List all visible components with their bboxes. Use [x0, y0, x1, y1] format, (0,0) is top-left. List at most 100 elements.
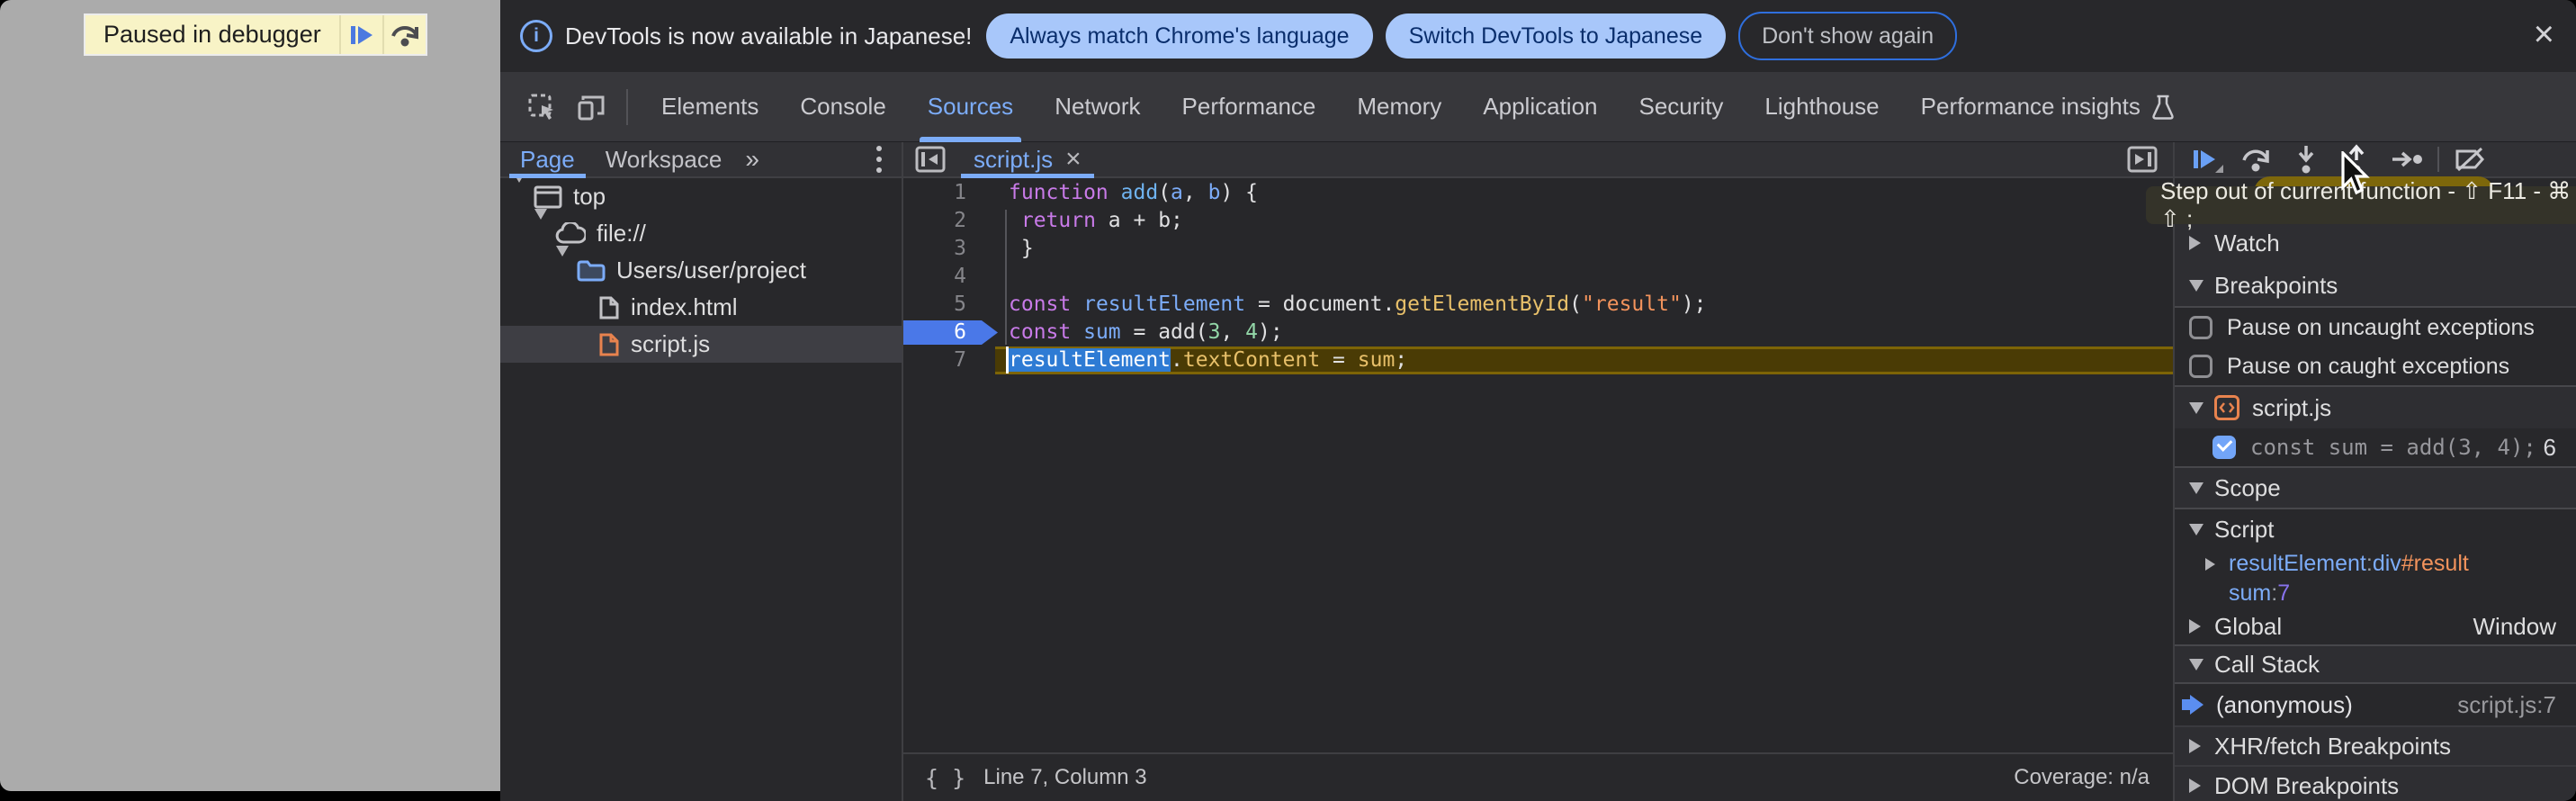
token: b	[1208, 181, 1221, 204]
code-line-2[interactable]: 2 return a + b;	[903, 207, 2173, 235]
tab-network[interactable]: Network	[1034, 72, 1161, 142]
tab-application[interactable]: Application	[1462, 72, 1618, 142]
tab-label: Memory	[1357, 93, 1441, 121]
token: );	[1682, 292, 1707, 316]
scope-section-header[interactable]: Scope	[2175, 468, 2576, 508]
scope-var-sum[interactable]: sum: 7	[2175, 579, 2576, 608]
pause-uncaught-checkbox[interactable]	[2189, 316, 2212, 339]
script-file-icon	[2214, 395, 2239, 420]
navigator-menu-icon[interactable]	[873, 142, 885, 176]
gutter-line-number[interactable]: 4	[903, 263, 983, 291]
pause-caught-row[interactable]: Pause on caught exceptions	[2175, 347, 2576, 385]
coverage-status: Coverage: n/a	[2014, 765, 2150, 790]
call-stack-section-header[interactable]: Call Stack	[2175, 646, 2576, 682]
pretty-print-icon[interactable]: { }	[925, 765, 965, 791]
debugger-sidebar: Watch Breakpoints Pause on uncaught exce…	[2175, 142, 2576, 801]
more-tabs-icon[interactable]: »	[745, 145, 759, 174]
code-text: const sum = add(3, 4);	[995, 319, 2173, 346]
tab-console[interactable]: Console	[779, 72, 906, 142]
step-into-button[interactable]	[2281, 142, 2331, 176]
hide-debugger-sidebar-icon[interactable]	[2126, 145, 2159, 174]
code-line-6[interactable]: 6 const sum = add(3, 4);	[903, 319, 2173, 346]
tab-performance[interactable]: Performance	[1162, 72, 1337, 142]
line-number: 2	[954, 209, 966, 232]
scope-global-row[interactable]: Global Window	[2175, 608, 2576, 644]
call-frame-row[interactable]: (anonymous) script.js:7	[2175, 684, 2576, 725]
dom-breakpoints-header[interactable]: DOM Breakpoints	[2175, 767, 2576, 801]
editor-tab-scriptjs[interactable]: script.js ×	[961, 142, 1094, 176]
tab-close-icon[interactable]: ×	[1065, 146, 1082, 173]
tree-item-top[interactable]: top	[500, 178, 902, 215]
token: 4	[1245, 320, 1258, 344]
expander-open-icon[interactable]	[534, 220, 547, 248]
deactivate-breakpoints-button[interactable]	[2445, 142, 2495, 176]
hide-navigator-icon[interactable]	[914, 145, 947, 174]
scope-global-value: Window	[2473, 613, 2556, 641]
code-line-3[interactable]: 3 }	[903, 235, 2173, 263]
token: ,	[1220, 320, 1245, 344]
tab-sources[interactable]: Sources	[907, 72, 1034, 142]
scope-script-row[interactable]: Script	[2175, 509, 2576, 549]
tab-performance-insights[interactable]: Performance insights	[1900, 72, 2195, 142]
infobar-close-icon[interactable]: ×	[2534, 16, 2554, 52]
token: = add(	[1121, 320, 1208, 344]
dont-show-again-button[interactable]: Don't show again	[1738, 12, 1957, 60]
token: "result"	[1582, 292, 1682, 316]
code-line-7[interactable]: 7resultElement.textContent = sum;	[903, 346, 2173, 374]
breakpoint-entry-checkbox[interactable]	[2212, 436, 2236, 459]
breakpoint-entry-line: 6	[2544, 434, 2556, 462]
code-line-1[interactable]: 1function add(a, b) {	[903, 179, 2173, 207]
step-button[interactable]	[2382, 142, 2432, 176]
step-over-icon[interactable]	[384, 15, 426, 54]
scope-var-separator: :	[2366, 551, 2373, 577]
tab-elements[interactable]: Elements	[641, 72, 779, 142]
gutter-line-number[interactable]: 1	[903, 179, 983, 207]
token: sum	[1083, 320, 1121, 344]
gutter-line-number[interactable]: 2	[903, 207, 983, 235]
token: add	[1121, 181, 1159, 204]
expander-open-icon[interactable]	[556, 256, 569, 284]
sources-panel: Page Workspace » top file:// Users/user/pr…	[500, 142, 2576, 801]
editor-tab-label: script.js	[974, 146, 1053, 174]
resume-button[interactable]	[2180, 142, 2230, 176]
xhr-breakpoints-header[interactable]: XHR/fetch Breakpoints	[2175, 727, 2576, 765]
expander-open-icon[interactable]	[513, 183, 525, 211]
resume-script-icon[interactable]	[341, 15, 382, 54]
call-stack-label: Call Stack	[2214, 651, 2320, 679]
match-language-button[interactable]: Always match Chrome's language	[986, 14, 1372, 58]
code-line-4[interactable]: 4	[903, 263, 2173, 291]
gutter-line-number[interactable]: 7	[903, 346, 983, 374]
pause-caught-checkbox[interactable]	[2189, 355, 2212, 378]
step-over-button[interactable]	[2230, 142, 2281, 176]
breakpoints-section-header[interactable]: Breakpoints	[2175, 265, 2576, 306]
token: getElementById	[1395, 292, 1569, 316]
inspect-element-icon[interactable]	[527, 93, 556, 122]
tab-lighthouse[interactable]: Lighthouse	[1744, 72, 1899, 142]
tree-item-script-js[interactable]: script.js	[500, 326, 902, 363]
tab-label: Performance	[1182, 93, 1316, 121]
switch-japanese-button[interactable]: Switch DevTools to Japanese	[1386, 14, 1727, 58]
scope-label: Scope	[2214, 474, 2281, 502]
breakpoint-group-row[interactable]: script.js	[2175, 387, 2576, 428]
tree-item-users-user-project[interactable]: Users/user/project	[500, 252, 902, 289]
debugger-toolbar	[2175, 142, 2576, 178]
gutter-line-number[interactable]: 3	[903, 235, 983, 263]
pause-uncaught-row[interactable]: Pause on uncaught exceptions	[2175, 308, 2576, 347]
tab-security[interactable]: Security	[1619, 72, 1745, 142]
breakpoint-entry-row[interactable]: const sum = add(3, 4); 6	[2175, 428, 2576, 466]
token	[1071, 292, 1083, 316]
tree-item-label: file://	[597, 220, 646, 248]
gutter-line-number[interactable]: 5	[903, 291, 983, 319]
tab-workspace[interactable]: Workspace	[595, 142, 733, 176]
tab-memory[interactable]: Memory	[1336, 72, 1462, 142]
code-line-5[interactable]: 5const resultElement = document.getEleme…	[903, 291, 2173, 319]
tab-page[interactable]: Page	[509, 142, 586, 176]
tree-item-index-html[interactable]: index.html	[500, 289, 902, 326]
gutter-breakpoint[interactable]: 6	[903, 319, 983, 346]
device-toolbar-icon[interactable]	[576, 93, 606, 122]
token: a	[1171, 181, 1183, 204]
scope-var-resultelement[interactable]: resultElement: div#result	[2175, 549, 2576, 579]
editor-statusbar: { } Line 7, Column 3 Coverage: n/a	[903, 752, 2173, 801]
panel-tabs: ElementsConsoleSourcesNetwork Performance…	[641, 72, 2195, 142]
code-editor[interactable]: 1function add(a, b) {2 return a + b;3 }4…	[903, 178, 2173, 752]
